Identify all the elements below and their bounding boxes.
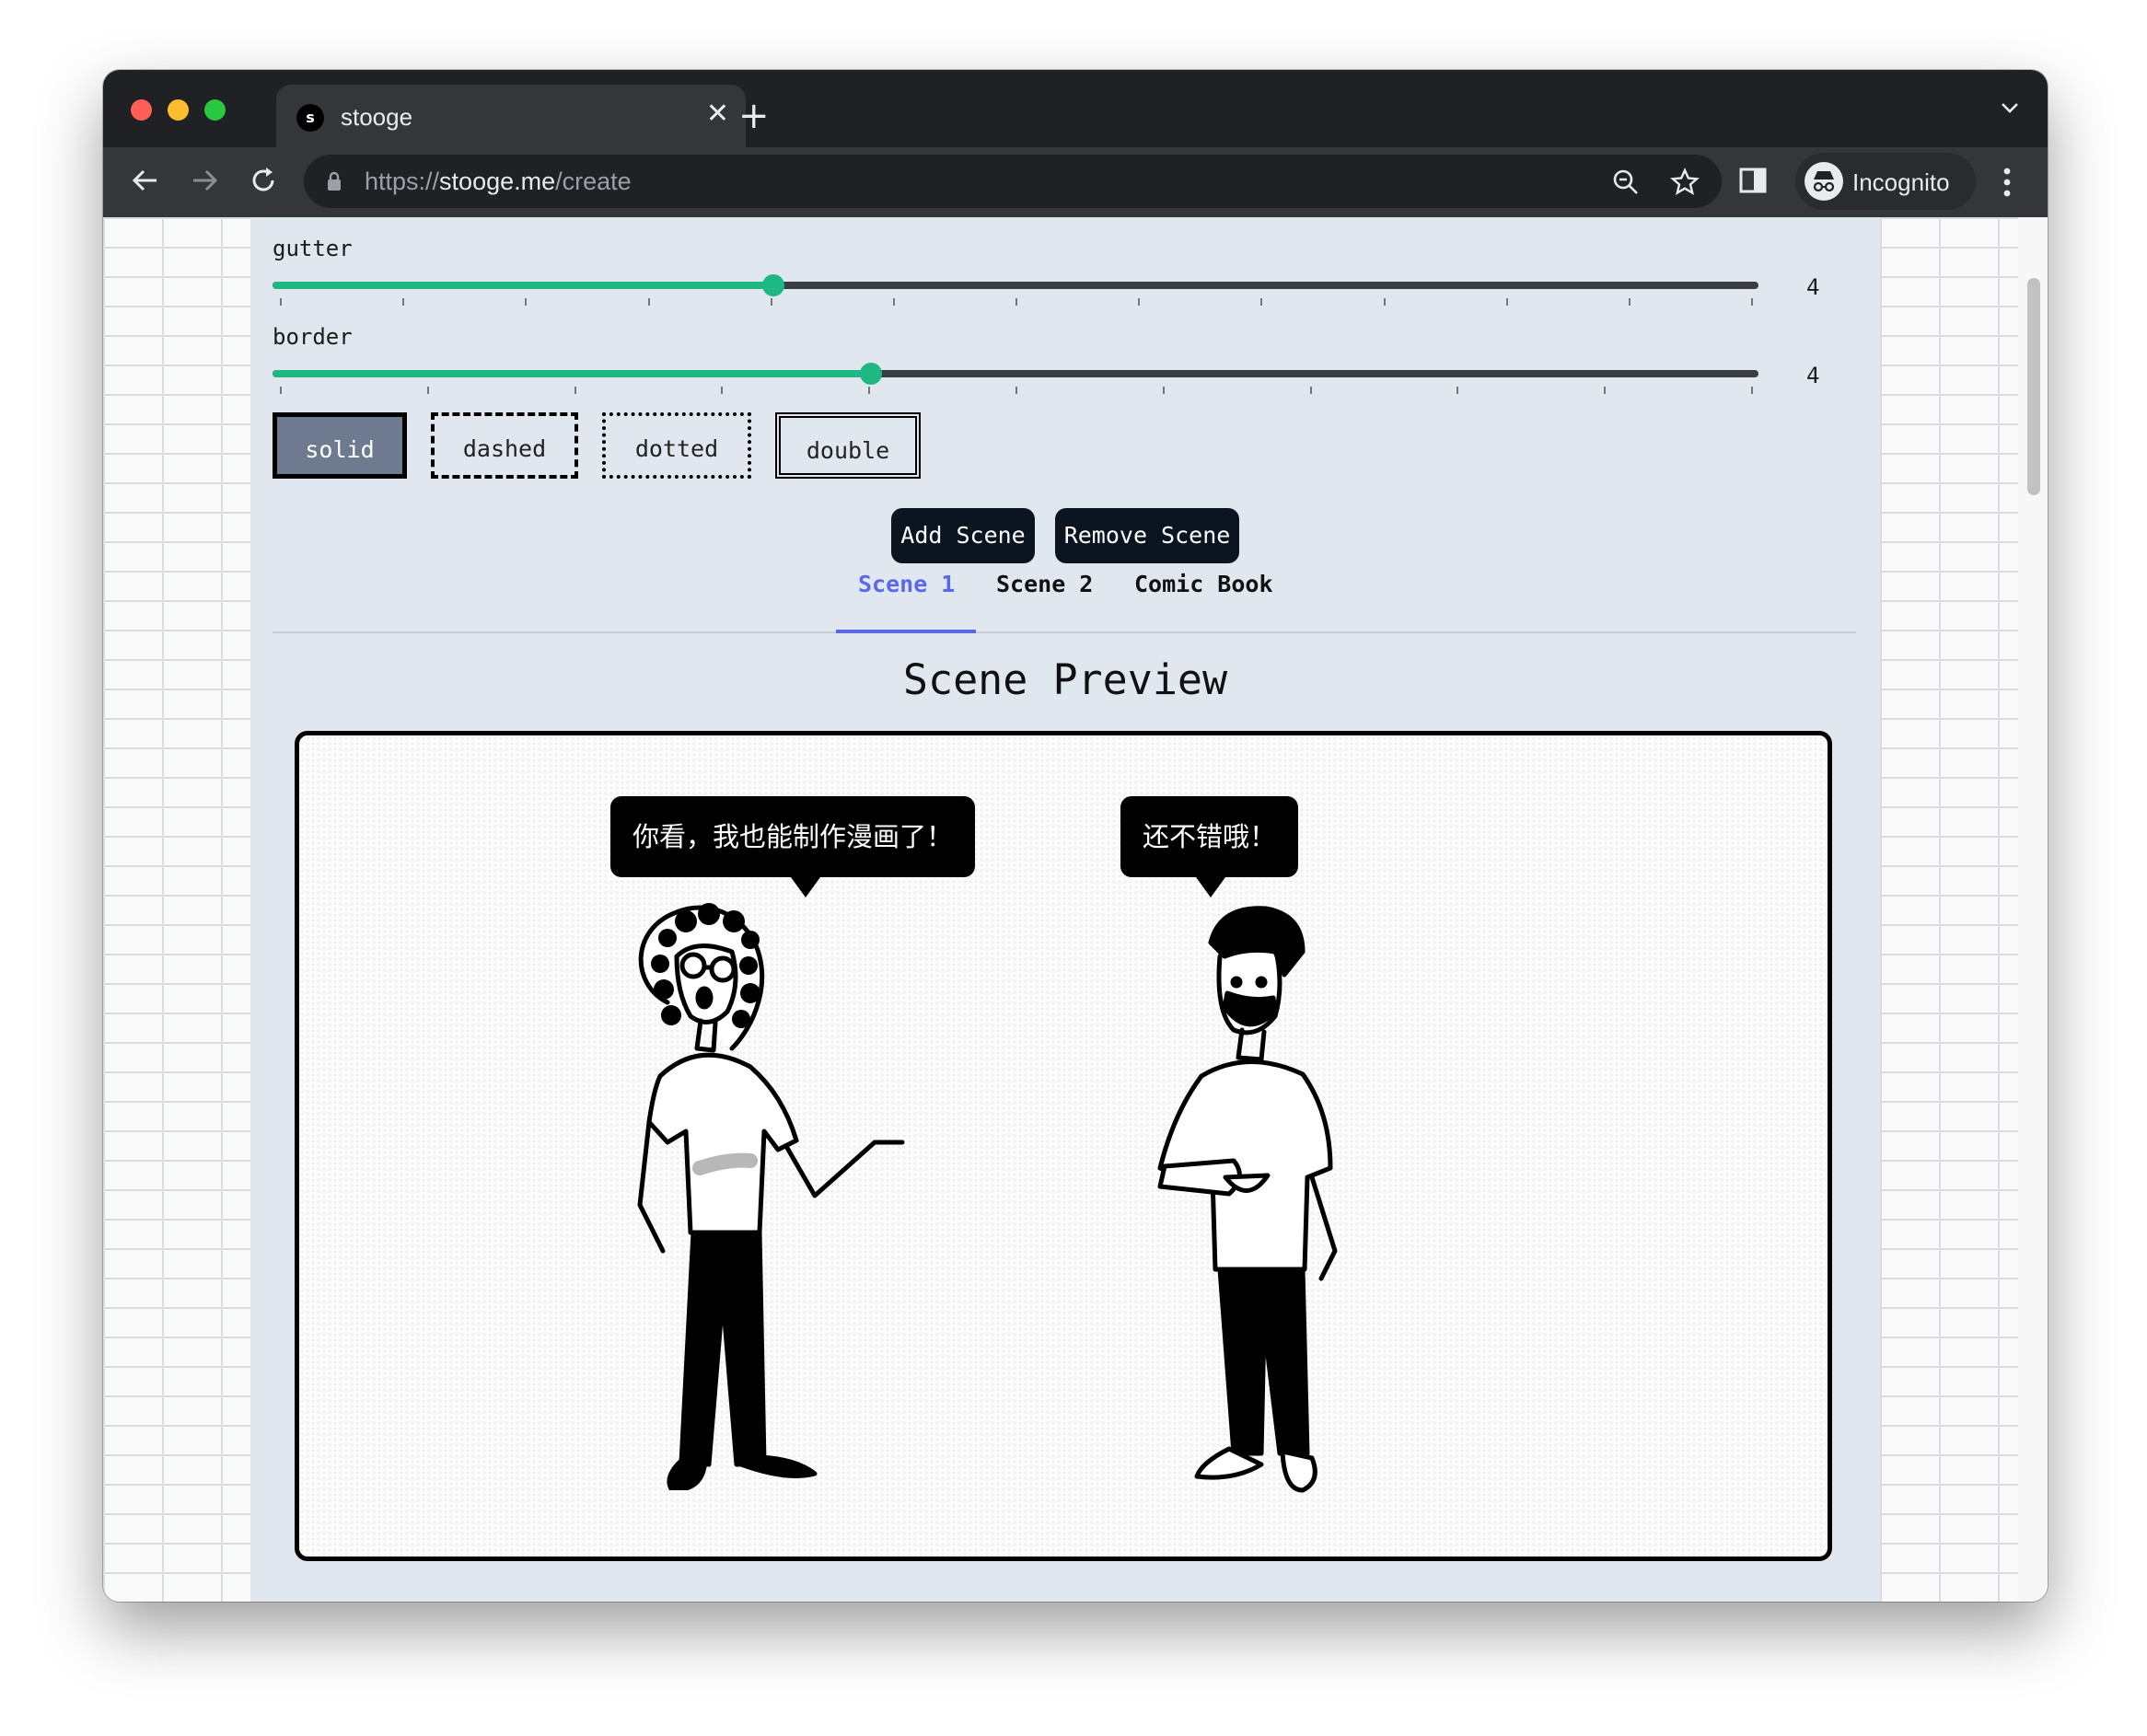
- side-panel-icon[interactable]: [1738, 166, 1768, 195]
- minimize-window-button[interactable]: [168, 99, 189, 121]
- lock-icon: [328, 171, 341, 191]
- speech-bubble-right: 还不错哦！: [1120, 796, 1299, 877]
- border-slider-tick: [868, 387, 871, 394]
- forward-arrow-icon[interactable]: [188, 164, 221, 197]
- tab-scene-1[interactable]: Scene 1: [858, 571, 955, 597]
- border-slider-thumb[interactable]: [860, 363, 883, 385]
- browser-window: s stooge ✕ + https://stooge.me/create In…: [103, 70, 2048, 1602]
- page-scrollbar[interactable]: [2018, 217, 2048, 1602]
- new-tab-icon[interactable]: +: [738, 98, 770, 134]
- woman-character-figure: [637, 903, 905, 1490]
- tab-scene-2[interactable]: Scene 2: [996, 571, 1093, 597]
- gutter-value: 4: [1806, 274, 1820, 300]
- active-tab-indicator: [836, 630, 976, 633]
- browser-tab[interactable]: s stooge ✕: [276, 85, 746, 147]
- reload-icon[interactable]: [247, 164, 280, 197]
- page-scrollbar-thumb[interactable]: [2027, 278, 2040, 495]
- tabs-divider: [273, 631, 1856, 633]
- border-style-double-button[interactable]: double: [775, 412, 921, 479]
- gutter-slider-tick: [280, 298, 282, 306]
- gutter-label: gutter: [273, 236, 353, 261]
- border-slider[interactable]: [273, 363, 1758, 394]
- gutter-slider-tick: [402, 298, 405, 306]
- favicon-icon: s: [296, 104, 324, 132]
- editor-main: gutter 4 border 4 solid dashed dotted do…: [250, 217, 1880, 1602]
- zoom-window-button[interactable]: [204, 99, 226, 121]
- tab-comic-book[interactable]: Comic Book: [1134, 571, 1273, 597]
- bookmark-star-icon[interactable]: [1670, 168, 1700, 197]
- speech-bubble-left-tail: [791, 877, 820, 897]
- border-slider-tick: [721, 387, 724, 394]
- incognito-icon: [1805, 162, 1843, 201]
- speech-bubble-left: 你看，我也能制作漫画了！: [610, 796, 976, 877]
- close-tab-icon[interactable]: ✕: [706, 98, 729, 131]
- border-value: 4: [1806, 363, 1820, 388]
- gutter-slider-tick: [1260, 298, 1263, 306]
- border-label: border: [273, 324, 353, 350]
- tab-title: stooge: [341, 103, 413, 131]
- man-character-figure: [1157, 906, 1338, 1493]
- border-style-dashed-button[interactable]: dashed: [431, 412, 578, 479]
- border-slider-tick: [280, 387, 282, 394]
- zoom-magnifier-icon[interactable]: [1611, 168, 1641, 197]
- profile-label: Incognito: [1852, 168, 1950, 196]
- gutter-slider-tick: [647, 298, 650, 306]
- border-slider-tick: [574, 387, 576, 394]
- border-slider-tick: [1751, 387, 1753, 394]
- kebab-menu-icon[interactable]: [2000, 164, 2014, 201]
- browser-toolbar: https://stooge.me/create Incognito: [103, 147, 2048, 217]
- border-slider-tick: [1162, 387, 1165, 394]
- gutter-slider-tick: [1383, 298, 1386, 306]
- border-style-solid-button[interactable]: solid: [273, 412, 407, 479]
- remove-scene-button[interactable]: Remove Scene: [1055, 508, 1239, 563]
- gutter-slider-tick: [1505, 298, 1508, 306]
- gutter-slider-tick: [1138, 298, 1141, 306]
- gutter-slider-tick: [525, 298, 528, 306]
- tab-search-chevron-icon[interactable]: [2000, 98, 2020, 118]
- border-style-dotted-button[interactable]: dotted: [602, 412, 751, 479]
- brick-background-right: [1880, 217, 2027, 1602]
- brick-background-left: [103, 217, 250, 1602]
- gutter-slider-thumb[interactable]: [761, 274, 784, 296]
- gutter-slider-tick: [892, 298, 895, 306]
- border-slider-tick: [1309, 387, 1312, 394]
- border-slider-fill: [273, 370, 872, 377]
- gutter-slider-tick: [1751, 298, 1753, 306]
- scene-preview-panel: 你看，我也能制作漫画了！ 还不错哦！: [295, 731, 1832, 1561]
- gutter-slider[interactable]: [273, 274, 1758, 306]
- gutter-slider-tick: [1015, 298, 1017, 306]
- address-bar[interactable]: https://stooge.me/create: [304, 155, 1722, 208]
- close-window-button[interactable]: [131, 99, 152, 121]
- url-text: https://stooge.me/create: [365, 168, 632, 195]
- border-slider-tick: [1456, 387, 1459, 394]
- border-slider-tick: [1604, 387, 1607, 394]
- gutter-slider-tick: [770, 298, 772, 306]
- border-slider-tick: [426, 387, 429, 394]
- gutter-slider-tick: [1628, 298, 1631, 306]
- gutter-slider-fill: [273, 282, 773, 289]
- add-scene-button[interactable]: Add Scene: [891, 508, 1035, 563]
- speech-bubble-right-tail: [1196, 877, 1225, 897]
- page-content: gutter 4 border 4 solid dashed dotted do…: [103, 217, 2048, 1602]
- tab-strip: s stooge ✕ +: [103, 70, 2048, 147]
- border-slider-tick: [1015, 387, 1017, 394]
- preview-title: Scene Preview: [902, 655, 1228, 704]
- back-arrow-icon[interactable]: [129, 164, 162, 197]
- incognito-profile-button[interactable]: Incognito: [1795, 153, 1976, 210]
